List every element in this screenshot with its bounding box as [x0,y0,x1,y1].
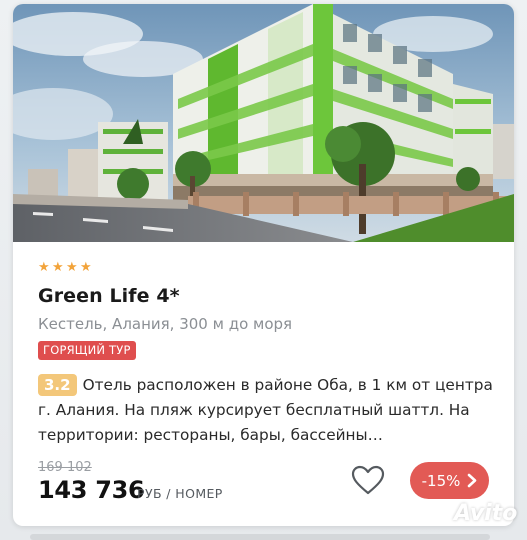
star-icon: ★ [80,260,92,275]
discount-label: -15% [421,471,461,490]
avito-logo-icon [422,502,446,525]
price-unit: РУБ / НОМЕР [137,486,223,501]
star-rating: ★ ★ ★ ★ [38,260,92,275]
star-icon: ★ [66,260,78,275]
old-price: 169 102 [38,460,92,475]
hotel-card[interactable]: ★ ★ ★ ★ Green Life 4* Кестель, Алания, 3… [13,4,514,526]
star-icon: ★ [38,260,50,275]
chevron-right-icon [468,473,477,488]
heart-icon [351,465,385,495]
discount-button[interactable]: -15% [410,462,489,499]
watermark-text: Avito [454,500,518,526]
favorite-button[interactable] [349,462,387,498]
star-icon: ★ [52,260,64,275]
hotel-photo-image [13,4,514,242]
description-text: Отель расположен в районе Оба, в 1 км от… [38,376,493,444]
rating-badge: 3.2 [38,374,77,396]
page: ★ ★ ★ ★ Green Life 4* Кестель, Алания, 3… [0,0,527,540]
hotel-location: Кестель, Алания, 300 м до моря [38,315,293,333]
next-card-edge [30,534,490,540]
hotel-description: 3.2 Отель расположен в районе Оба, в 1 км… [38,373,503,448]
current-price: 143 736 [38,476,145,504]
hotel-photo[interactable] [13,4,514,242]
avito-watermark: Avito [420,500,517,526]
hotel-title[interactable]: Green Life 4* [38,285,180,307]
hot-tour-badge: ГОРЯЩИЙ ТУР [38,341,136,360]
